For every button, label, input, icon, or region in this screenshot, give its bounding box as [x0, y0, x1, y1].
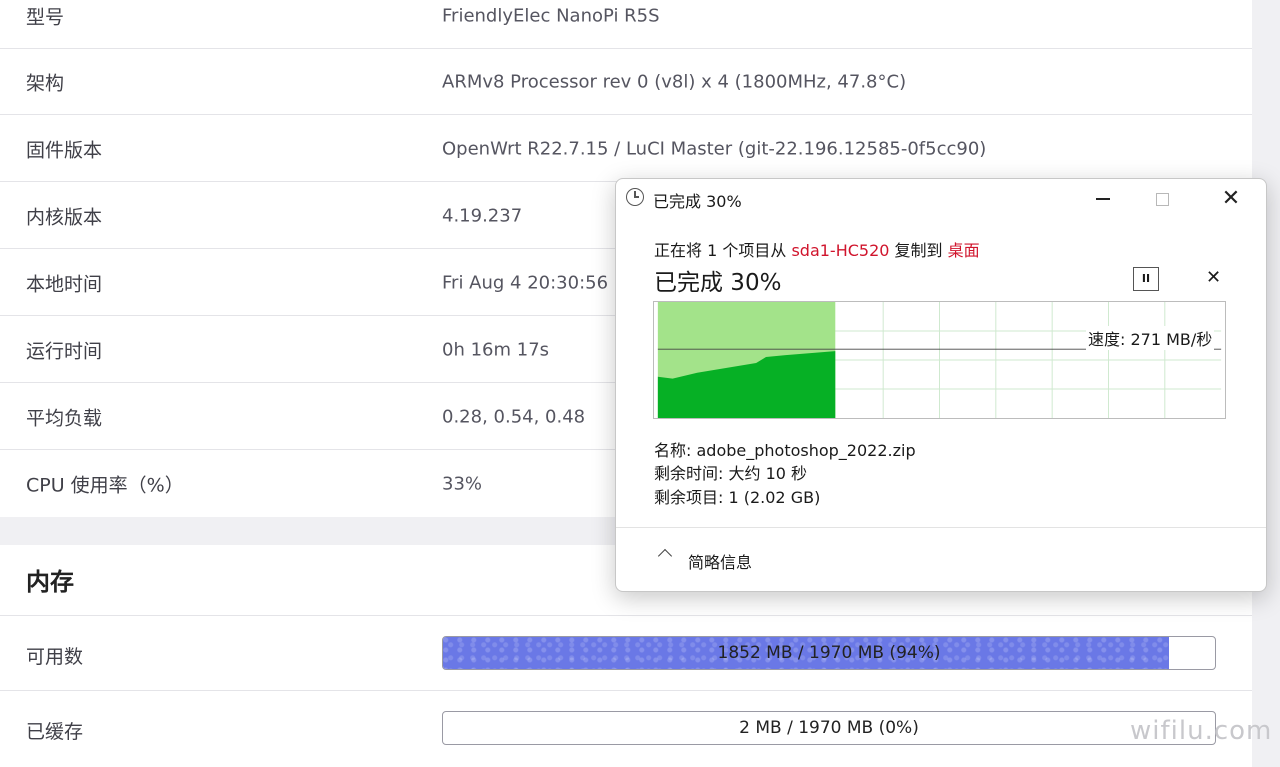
memory-cached-label: 已缓存 — [26, 721, 84, 743]
speed-label: 速度: 271 MB/秒 — [1086, 326, 1215, 350]
progress-percent: 已完成 30% — [654, 270, 782, 296]
divider — [0, 615, 1252, 616]
info-value: Fri Aug 4 20:30:56 2 — [442, 272, 626, 293]
info-row-model: 型号 FriendlyElec NanoPi R5S — [0, 0, 1252, 49]
info-row-firmware: 固件版本 OpenWrt R22.7.15 / LuCI Master (git… — [0, 116, 1252, 182]
memory-cached-bar: 2 MB / 1970 MB (0%) — [442, 711, 1216, 745]
source-link[interactable]: sda1-HC520 — [791, 241, 889, 260]
desc-middle: 复制到 — [889, 241, 948, 260]
maximize-button[interactable] — [1139, 185, 1185, 213]
info-value: 33% — [442, 473, 483, 495]
info-key: 型号 — [26, 6, 65, 28]
info-key: 运行时间 — [26, 340, 103, 362]
memory-available-text: 1852 MB / 1970 MB (94%) — [717, 643, 941, 663]
memory-available-label: 可用数 — [26, 646, 84, 668]
info-value: 0h 16m 17s — [442, 339, 550, 360]
minimize-button[interactable] — [1080, 185, 1126, 213]
info-value: 0.28, 0.54, 0.48 — [442, 406, 586, 427]
info-key: 平均负载 — [26, 407, 103, 429]
copy-progress-dialog: 已完成 30% ✕ 正在将 1 个项目从 sda1-HC520 复制到 桌面 已… — [615, 178, 1267, 592]
info-key: 架构 — [26, 72, 65, 94]
cancel-button[interactable]: ✕ — [1206, 267, 1221, 288]
info-key: 固件版本 — [26, 139, 103, 161]
watermark: wifilu.com — [1130, 716, 1273, 746]
info-value: ARMv8 Processor rev 0 (v8l) x 4 (1800MHz… — [442, 71, 907, 92]
file-name: 名称: adobe_photoshop_2022.zip — [654, 441, 916, 460]
info-value: 4.19.237 — [442, 205, 523, 226]
info-value: FriendlyElec NanoPi R5S — [442, 5, 660, 26]
info-row-architecture: 架构 ARMv8 Processor rev 0 (v8l) x 4 (1800… — [0, 49, 1252, 115]
info-key: 内核版本 — [26, 206, 103, 228]
title-bar[interactable]: 已完成 30% ✕ — [616, 179, 1266, 219]
fewer-details-button[interactable]: 简略信息 — [688, 549, 752, 573]
speed-graph — [653, 301, 1226, 419]
close-button[interactable]: ✕ — [1208, 185, 1254, 213]
info-value: OpenWrt R22.7.15 / LuCI Master (git-22.1… — [442, 138, 987, 159]
memory-cached-text: 2 MB / 1970 MB (0%) — [739, 718, 919, 738]
items-remaining: 剩余项目: 1 (2.02 GB) — [654, 488, 821, 507]
minimize-icon — [1096, 198, 1110, 200]
copy-description: 正在将 1 个项目从 sda1-HC520 复制到 桌面 — [654, 237, 980, 261]
destination-link[interactable]: 桌面 — [948, 241, 980, 260]
clock-icon — [626, 188, 644, 206]
memory-available-bar: 1852 MB / 1970 MB (94%) — [442, 636, 1216, 670]
desc-prefix: 正在将 1 个项目从 — [654, 241, 792, 260]
chevron-up-icon[interactable] — [657, 548, 673, 564]
dialog-title: 已完成 30% — [653, 192, 742, 211]
divider — [0, 690, 1252, 691]
info-key: CPU 使用率（%） — [26, 474, 184, 497]
pause-button[interactable]: II — [1133, 267, 1159, 291]
info-key: 本地时间 — [26, 273, 103, 295]
maximize-icon — [1155, 192, 1169, 206]
divider — [616, 527, 1266, 528]
memory-section-title: 内存 — [26, 568, 74, 596]
time-remaining: 剩余时间: 大约 10 秒 — [654, 464, 808, 483]
